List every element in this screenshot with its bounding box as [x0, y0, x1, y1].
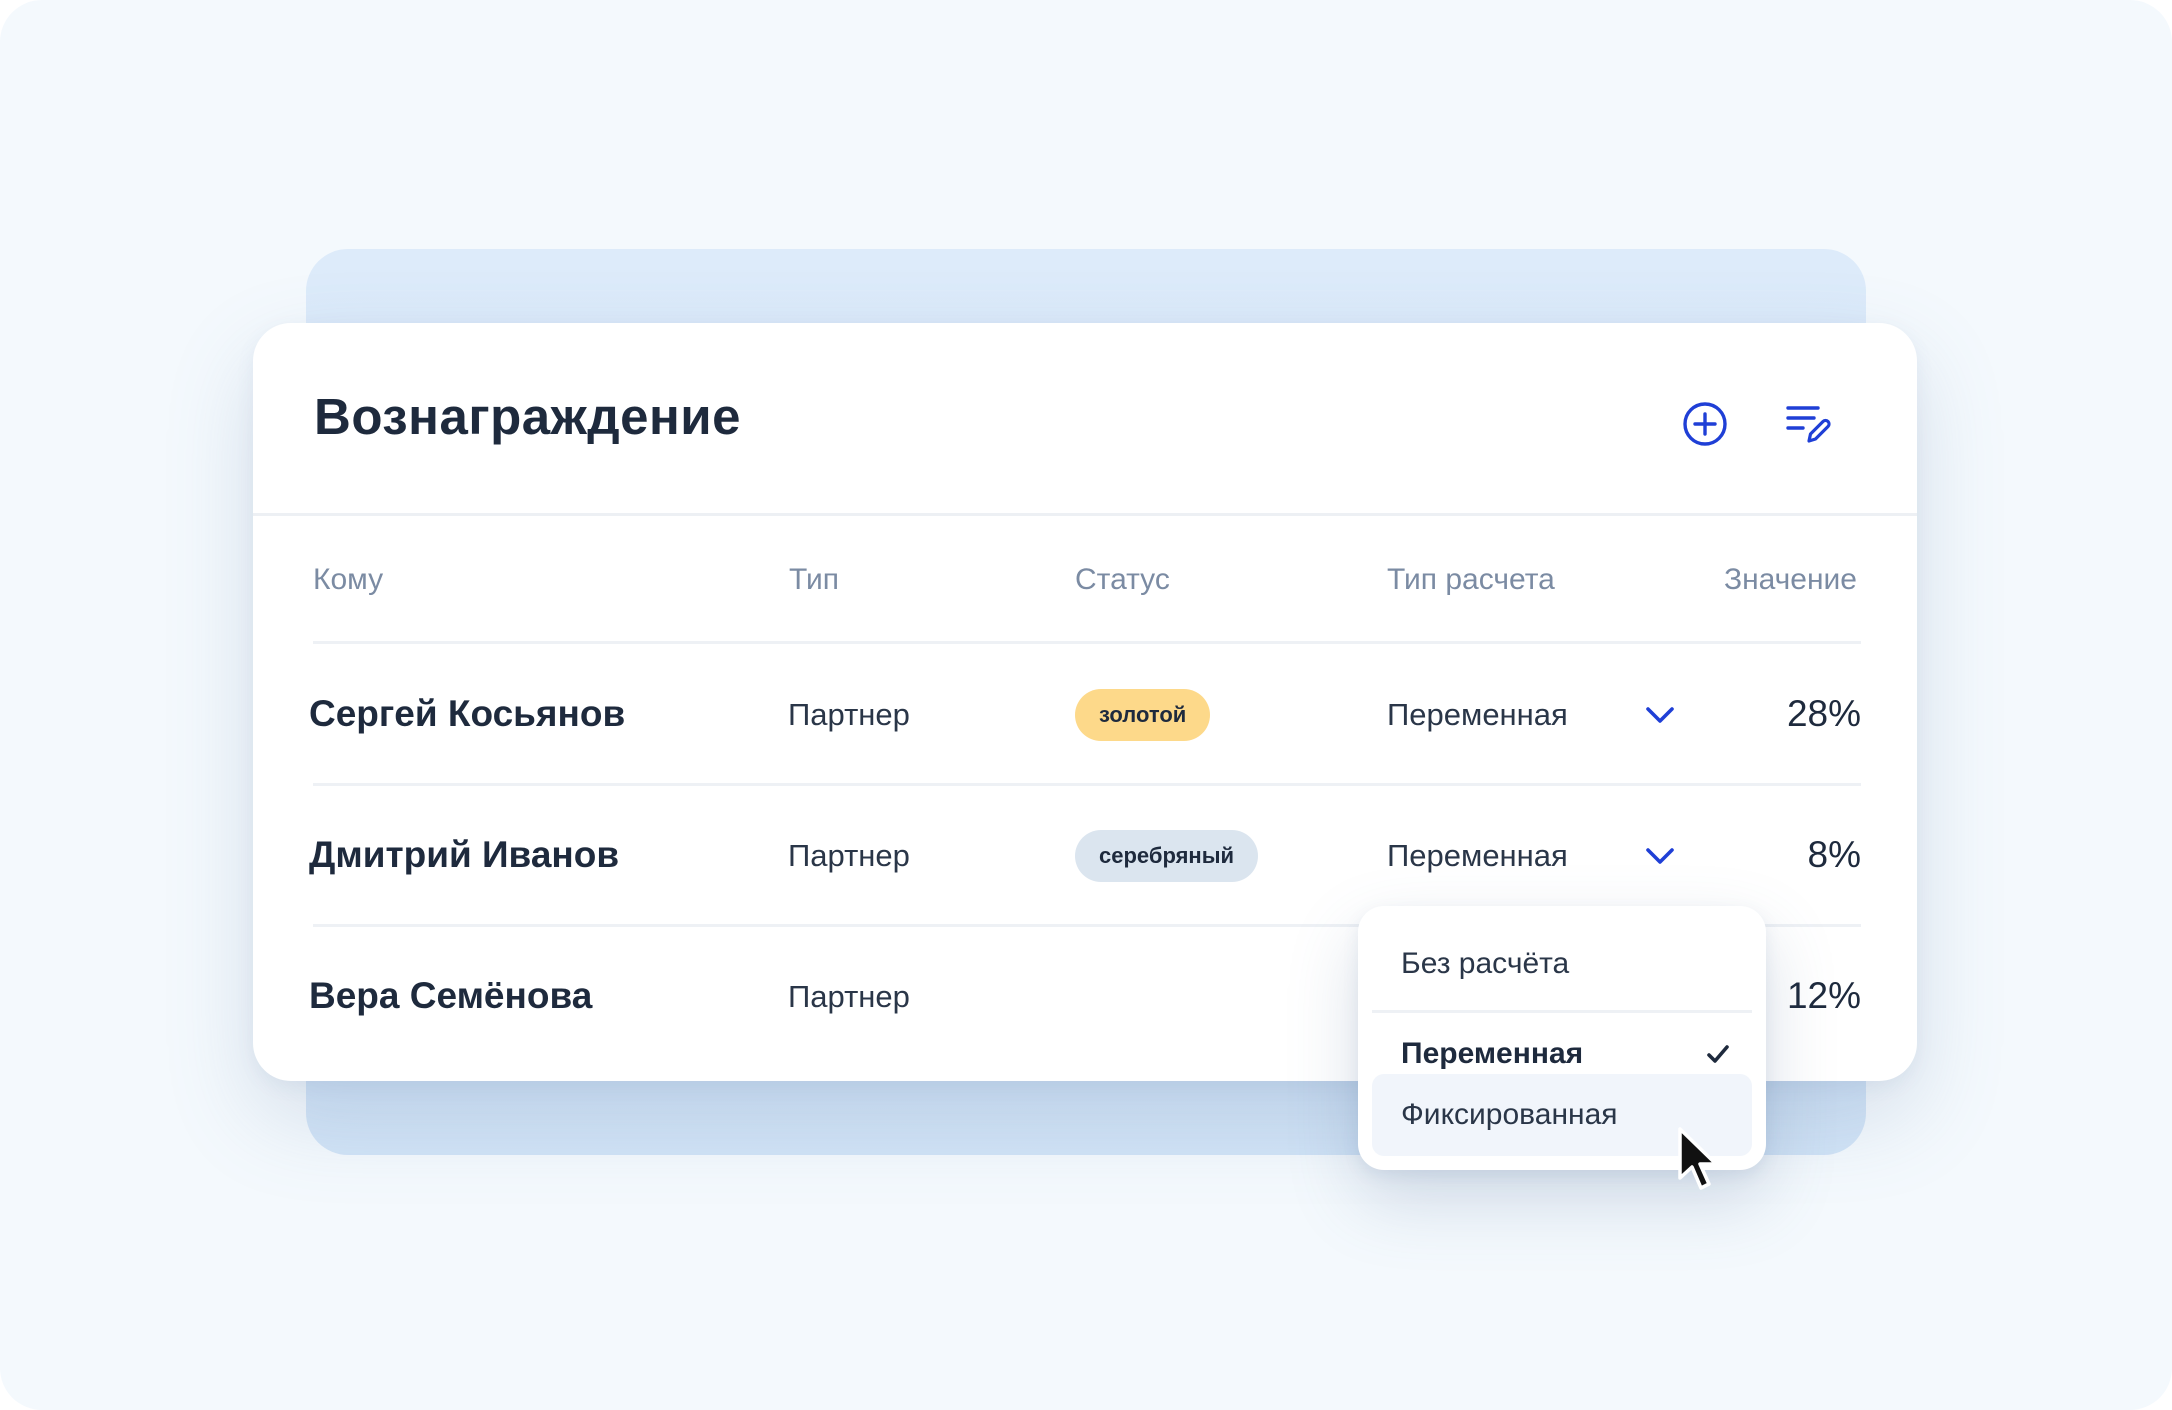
dropdown-option-no-calc[interactable]: Без расчёта — [1372, 926, 1752, 1002]
row-name: Дмитрий Иванов — [309, 834, 620, 875]
mouse-cursor-icon — [1678, 1127, 1718, 1190]
column-header-status: Статус — [1075, 563, 1170, 596]
card-header: Вознаграждение — [253, 323, 1917, 516]
chevron-down-icon[interactable] — [1643, 698, 1677, 732]
row-type: Партнер — [788, 697, 910, 732]
row-type: Партнер — [788, 979, 910, 1014]
row-value: 8% — [1807, 834, 1861, 875]
row-value: 28% — [1786, 693, 1861, 734]
calc-type-value: Переменная — [1387, 697, 1568, 732]
header-divider — [313, 641, 1861, 644]
status-badge: золотой — [1075, 689, 1211, 741]
row-type: Партнер — [788, 838, 910, 873]
calc-type-value: Переменная — [1387, 838, 1568, 873]
card-title: Вознаграждение — [314, 388, 742, 445]
row-divider — [313, 783, 1861, 786]
column-header-value: Значение — [1723, 563, 1857, 596]
chevron-down-icon[interactable] — [1643, 839, 1677, 873]
add-button[interactable] — [1676, 395, 1734, 453]
column-header-type: Тип — [789, 563, 840, 596]
dropdown-divider — [1372, 1010, 1752, 1013]
calc-type-select[interactable]: Переменная — [1387, 687, 1677, 743]
row-value: 12% — [1786, 975, 1861, 1016]
edit-list-button[interactable] — [1779, 395, 1837, 453]
status-badge: серебряный — [1075, 830, 1259, 882]
row-name: Сергей Косьянов — [309, 693, 626, 734]
row-name: Вера Семёнова — [309, 975, 593, 1016]
checkmark-icon — [1707, 1045, 1729, 1063]
calc-type-select[interactable]: Переменная — [1387, 828, 1677, 884]
column-header-to-whom: Кому — [313, 563, 384, 596]
column-header-calc-type: Тип расчета — [1387, 563, 1555, 596]
dropdown-option-label: Переменная — [1401, 1037, 1584, 1070]
page-background: Вознаграждение Кому Тип Статус Тип расче… — [0, 0, 2172, 1410]
list-edit-icon — [1786, 406, 1831, 443]
plus-circle-icon — [1683, 402, 1727, 446]
